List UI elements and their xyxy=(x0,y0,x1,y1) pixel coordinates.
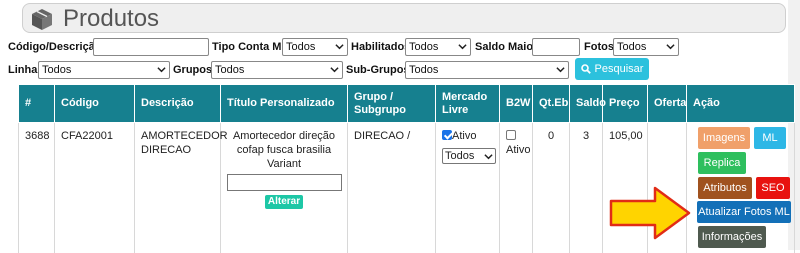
chevron-down-icon xyxy=(458,44,467,50)
header-qt-eb: Qt.Eb xyxy=(532,84,570,123)
cell-qt-eb: 0 xyxy=(532,122,570,253)
subgrupos-select[interactable]: Todos xyxy=(405,61,569,79)
search-button-label: Pesquisar xyxy=(594,63,644,75)
ml-button[interactable]: ML xyxy=(754,127,786,149)
grupos-select[interactable]: Todos xyxy=(211,61,343,79)
table-header-row: # Código Descrição Título Personalizado … xyxy=(18,84,795,123)
cell-saldo: 3 xyxy=(569,122,603,253)
cell-titulo: Amortecedor direção cofap fusca brasilia… xyxy=(220,122,348,253)
header-grupo: Grupo / Subgrupo xyxy=(347,84,436,123)
chevron-down-icon xyxy=(335,44,344,50)
ml-status-value: Todos xyxy=(445,150,475,162)
tipo-conta-select[interactable]: Todos xyxy=(282,38,348,56)
header-acao: Ação xyxy=(686,84,795,123)
header-codigo: Código xyxy=(54,84,135,123)
box-icon xyxy=(32,9,52,30)
header-preco: Preço xyxy=(602,84,648,123)
header-id: # xyxy=(18,84,55,123)
informacoes-button[interactable]: Informações xyxy=(698,226,766,248)
tipo-conta-value: Todos xyxy=(286,41,316,53)
chevron-down-icon xyxy=(666,44,675,50)
titulo-input[interactable] xyxy=(227,174,342,191)
highlight-arrow-icon xyxy=(609,186,691,240)
fotos-select[interactable]: Todos xyxy=(613,38,679,56)
atributos-button[interactable]: Atributos xyxy=(698,177,752,199)
header-descricao: Descrição xyxy=(134,84,221,123)
cell-b2w: Ativo xyxy=(499,122,533,253)
header-b2w: B2W xyxy=(499,84,533,123)
search-icon xyxy=(580,64,591,74)
b2w-active-label: Ativo xyxy=(506,144,531,156)
codigo-input[interactable] xyxy=(93,38,209,56)
seo-button[interactable]: SEO xyxy=(756,177,790,199)
saldo-maior-input[interactable] xyxy=(532,38,580,56)
ml-active-label: Ativo xyxy=(452,130,477,142)
ml-active-toggle[interactable]: Ativo xyxy=(442,129,493,143)
cell-id: 3688 xyxy=(18,122,55,253)
codigo-label: Código/Descrição: xyxy=(8,41,106,53)
linha-select[interactable]: Todos xyxy=(38,61,170,79)
chevron-down-icon xyxy=(157,67,166,73)
chevron-down-icon xyxy=(556,67,565,73)
atualizar-fotos-ml-button[interactable]: Atualizar Fotos ML xyxy=(697,201,791,223)
subgrupos-label: Sub-Grupos: xyxy=(346,64,414,76)
alterar-button[interactable]: Alterar xyxy=(265,195,303,209)
fotos-value: Todos xyxy=(617,41,647,53)
habilitados-value: Todos xyxy=(409,41,439,53)
search-button[interactable]: Pesquisar xyxy=(575,58,649,80)
replica-button[interactable]: Replica xyxy=(698,152,746,174)
ml-active-checkbox[interactable] xyxy=(442,130,452,140)
ml-status-select[interactable]: Todos xyxy=(442,148,496,164)
grupos-label: Grupos: xyxy=(173,64,216,76)
tipo-conta-label: Tipo Conta ML: xyxy=(212,41,292,53)
page-header: Produtos xyxy=(22,3,786,33)
header-oferta: Oferta xyxy=(647,84,687,123)
subgrupos-value: Todos xyxy=(409,64,439,76)
cell-mercado-livre: Ativo Todos xyxy=(435,122,500,253)
b2w-active-checkbox[interactable] xyxy=(506,130,516,140)
linha-label: Linha: xyxy=(8,64,41,76)
cell-descricao: AMORTECEDOR DIRECAO xyxy=(134,122,228,253)
page-title: Produtos xyxy=(63,5,160,32)
grupos-value: Todos xyxy=(215,64,245,76)
header-titulo: Título Personalizado xyxy=(220,84,348,123)
header-saldo: Saldo xyxy=(569,84,606,123)
habilitados-select[interactable]: Todos xyxy=(405,38,471,56)
linha-value: Todos xyxy=(42,64,72,76)
cell-codigo: CFA22001 xyxy=(54,122,135,253)
header-mercado-livre: Mercado Livre xyxy=(435,84,500,123)
titulo-text: Amortecedor direção cofap fusca brasilia… xyxy=(232,130,336,170)
cell-grupo: DIRECAO / xyxy=(347,122,436,253)
chevron-down-icon xyxy=(330,67,339,73)
imagens-button[interactable]: Imagens xyxy=(698,127,750,149)
chevron-down-icon xyxy=(484,154,493,160)
